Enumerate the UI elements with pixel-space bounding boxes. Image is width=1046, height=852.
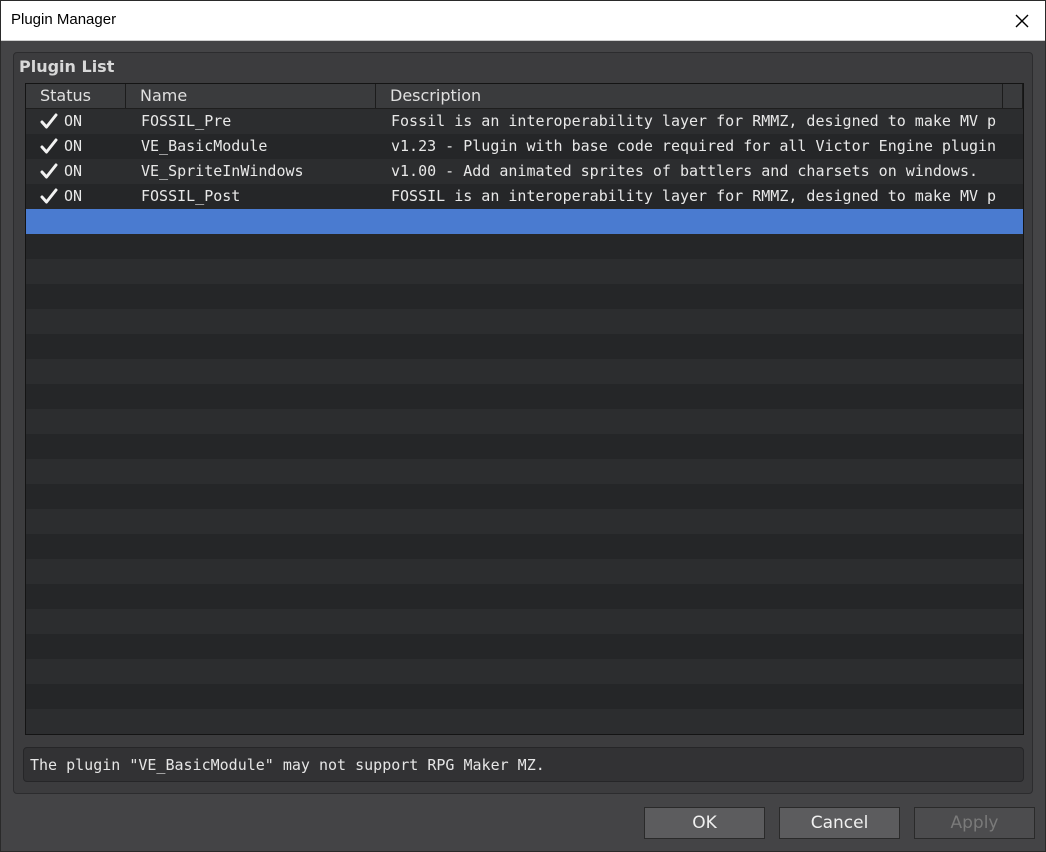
empty-row[interactable]	[26, 384, 1023, 409]
status-value: ON	[64, 112, 83, 130]
table-row[interactable]: ON FOSSIL_Pre Fossil is an interoperabilit…	[26, 109, 1023, 134]
table-header: Status Name Description	[26, 84, 1023, 109]
table-row[interactable]: ON FOSSIL_Post FOSSIL is an interoperabili…	[26, 184, 1023, 209]
empty-row[interactable]	[26, 459, 1023, 484]
empty-row[interactable]	[26, 709, 1023, 734]
plugin-name: FOSSIL_Pre	[141, 112, 232, 130]
checkmark-icon[interactable]	[40, 163, 58, 180]
empty-row[interactable]	[26, 684, 1023, 709]
empty-row[interactable]	[26, 484, 1023, 509]
empty-row[interactable]	[26, 534, 1023, 559]
table-rows: ON FOSSIL_Pre Fossil is an interoperabilit…	[26, 109, 1023, 734]
empty-row[interactable]	[26, 359, 1023, 384]
empty-row[interactable]	[26, 509, 1023, 534]
ok-button[interactable]: OK	[644, 807, 765, 839]
empty-row[interactable]	[26, 234, 1023, 259]
table-row[interactable]: ON VE_BasicModule v1.23 - Plugin with base…	[26, 134, 1023, 159]
status-value: ON	[64, 187, 83, 205]
title-bar: Plugin Manager	[1, 1, 1045, 41]
empty-row[interactable]	[26, 309, 1023, 334]
empty-row[interactable]	[26, 209, 1023, 234]
column-header-name[interactable]: Name	[126, 84, 376, 108]
checkmark-icon[interactable]	[40, 138, 58, 155]
message-text: The plugin "VE_BasicModule" may not supp…	[30, 756, 545, 774]
column-header-description[interactable]: Description	[376, 84, 1003, 108]
cancel-button[interactable]: Cancel	[779, 807, 900, 839]
empty-row[interactable]	[26, 259, 1023, 284]
checkmark-icon[interactable]	[40, 188, 58, 205]
column-header-status[interactable]: Status	[26, 84, 126, 108]
apply-button[interactable]: Apply	[914, 807, 1035, 839]
status-value: ON	[64, 162, 83, 180]
plugin-name: VE_SpriteInWindows	[141, 162, 304, 180]
column-header-spacer	[1003, 84, 1023, 108]
empty-row[interactable]	[26, 634, 1023, 659]
empty-row[interactable]	[26, 584, 1023, 609]
plugin-manager-window: Plugin Manager Plugin List Status Name D…	[0, 0, 1046, 852]
empty-row[interactable]	[26, 434, 1023, 459]
plugin-name: VE_BasicModule	[141, 137, 268, 155]
empty-row[interactable]	[26, 609, 1023, 634]
empty-row[interactable]	[26, 659, 1023, 684]
empty-row[interactable]	[26, 334, 1023, 359]
plugin-description: v1.23 - Plugin with base code required f…	[391, 137, 996, 155]
empty-row[interactable]	[26, 409, 1023, 434]
status-value: ON	[64, 137, 83, 155]
plugin-table[interactable]: Status Name Description ON FOSSIL_Pre Foss…	[25, 83, 1024, 735]
plugin-name: FOSSIL_Post	[141, 187, 241, 205]
close-icon	[1015, 14, 1029, 27]
plugin-list-label: Plugin List	[19, 57, 115, 76]
checkmark-icon[interactable]	[40, 113, 58, 130]
window-title: Plugin Manager	[11, 11, 117, 28]
plugin-description: Fossil is an interoperability layer for …	[391, 112, 996, 130]
plugin-description: v1.00 - Add animated sprites of battlers…	[391, 162, 978, 180]
table-row[interactable]: ON VE_SpriteInWindows v1.00 - Add animated…	[26, 159, 1023, 184]
plugin-description: FOSSIL is an interoperability layer for …	[391, 187, 996, 205]
close-button[interactable]	[999, 1, 1045, 40]
empty-row[interactable]	[26, 284, 1023, 309]
message-box: The plugin "VE_BasicModule" may not supp…	[23, 747, 1024, 782]
empty-row[interactable]	[26, 559, 1023, 584]
